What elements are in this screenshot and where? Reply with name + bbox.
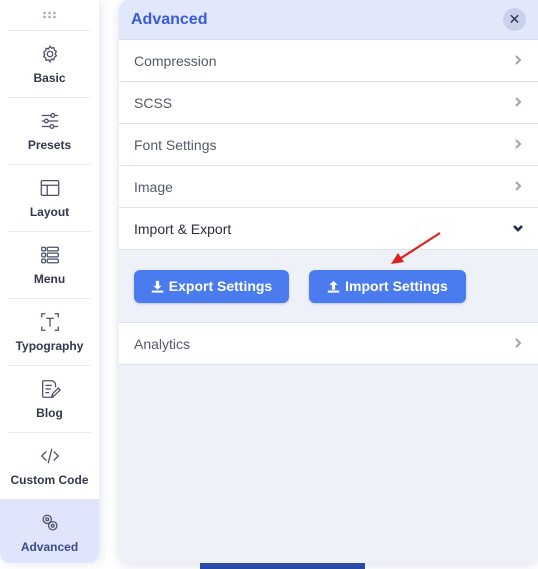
drag-handle-icon[interactable] [0,0,99,30]
sliders-icon [39,110,61,132]
section-label: Analytics [134,335,191,352]
sidebar-item-custom-code[interactable]: Custom Code [8,432,91,499]
sidebar-item-label: Basic [33,71,66,85]
import-settings-label: Import Settings [345,278,448,294]
upload-icon [327,280,340,293]
sidebar-item-label: Blog [36,406,63,420]
section-scss[interactable]: SCSS [119,82,538,124]
sidebar-item-layout[interactable]: Layout [8,164,91,231]
sidebar-item-typography[interactable]: Typography [8,298,91,365]
close-icon[interactable]: ✕ [503,8,526,31]
chevron-right-icon [513,178,523,196]
section-compression[interactable]: Compression [119,40,538,82]
gear-icon [39,43,61,65]
export-settings-label: Export Settings [168,278,273,294]
menu-icon [39,244,61,266]
sidebar-item-presets[interactable]: Presets [8,97,91,164]
export-settings-button[interactable]: Export Settings [134,269,289,303]
code-icon [39,445,61,467]
sidebar-item-label: Advanced [20,539,79,554]
sidebar-item-menu[interactable]: Menu [8,231,91,298]
panel-header: Advanced ✕ [119,0,538,40]
section-label: Image [134,178,173,195]
sidebar-item-label: Menu [33,272,66,286]
sidebar-item-label: Custom Code [10,473,89,487]
sidebar-item-label: Typography [15,339,84,353]
annotation-arrow-icon [391,232,441,264]
section-label: SCSS [134,94,173,111]
sidebar-item-basic[interactable]: Basic [8,30,91,97]
advanced-icon [39,512,61,534]
chevron-right-icon [513,94,523,112]
sidebar-item-label: Presets [27,138,72,152]
section-image[interactable]: Image [119,166,538,208]
section-analytics[interactable]: Analytics [119,323,538,365]
section-label: Import & Export [134,220,232,237]
section-import-export[interactable]: Import & Export [119,208,538,250]
sidebar-item-blog[interactable]: Blog [8,365,91,432]
chevron-right-icon [513,52,523,70]
import-export-content: Export Settings Import Settings [119,250,538,323]
settings-panel: Advanced ✕ Compression SCSS Font Setting… [119,0,538,563]
chevron-right-icon [513,136,523,154]
background-page-strip [200,563,365,569]
sidebar-item-label: Layout [29,205,70,219]
section-font-settings[interactable]: Font Settings [119,124,538,166]
section-label: Compression [134,52,217,69]
section-label: Font Settings [134,136,217,153]
panel-title: Advanced [131,10,208,28]
chevron-down-icon [513,220,523,238]
sidebar: Basic Presets Layout Menu Typography Blo… [0,0,99,563]
download-icon [151,280,163,293]
layout-icon [39,177,61,199]
sidebar-item-advanced[interactable]: Advanced [0,499,99,563]
typography-icon [39,311,61,333]
blog-icon [39,378,61,400]
import-settings-button[interactable]: Import Settings [309,269,466,303]
chevron-right-icon [513,335,523,353]
